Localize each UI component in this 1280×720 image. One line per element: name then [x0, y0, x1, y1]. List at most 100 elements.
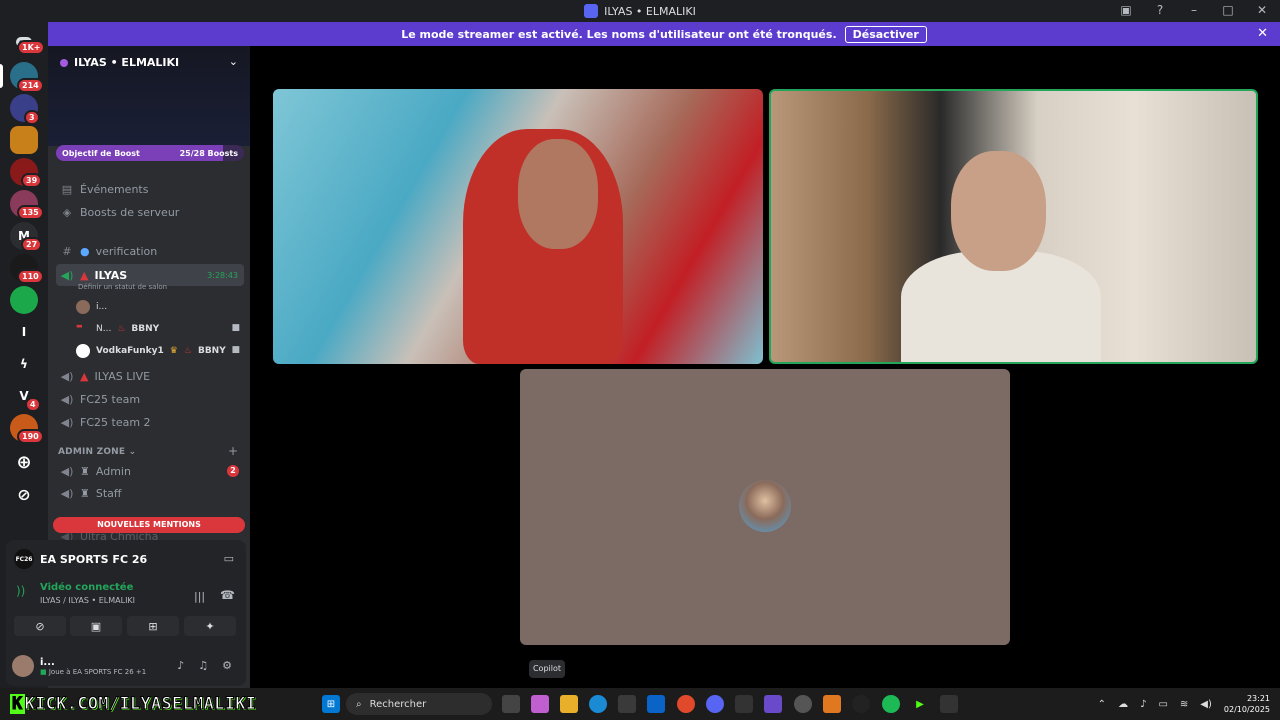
gamepad-icon: ■: [40, 667, 47, 676]
current-user[interactable]: i... ■ Joue à EA SPORTS FC 26 +1 ♪ ♫ ⚙: [12, 651, 240, 681]
server-icon[interactable]: I: [10, 318, 38, 346]
video-tile-speaking[interactable]: [769, 89, 1258, 364]
spotify-icon[interactable]: [882, 695, 900, 713]
soundboard-icon: ✦: [205, 619, 215, 633]
steam-icon[interactable]: [794, 695, 812, 713]
screen-share-icon[interactable]: ▭: [224, 552, 234, 565]
flame-icon: ♨: [183, 346, 192, 356]
category-admin-zone[interactable]: ADMIN ZONE ⌄: [58, 447, 136, 457]
channel-verification[interactable]: # ● verification: [56, 241, 244, 261]
microphone-icon[interactable]: ♪: [1140, 699, 1146, 710]
help-icon[interactable]: ?: [1152, 2, 1168, 18]
avatar: [76, 300, 90, 314]
unread-badge: 1K+: [17, 40, 46, 55]
signal-icon[interactable]: )): [16, 584, 25, 598]
mention-badge: 2: [227, 465, 239, 477]
camera-off-button[interactable]: ⊘: [14, 616, 66, 636]
unread-badge: 4: [25, 397, 41, 412]
voice-member[interactable]: i...: [76, 298, 107, 316]
headphones-icon[interactable]: ♫: [198, 659, 208, 672]
video-tile[interactable]: [273, 89, 763, 364]
speaker-icon: ◀): [60, 268, 74, 282]
speaker-icon: ◀): [60, 415, 74, 429]
task-view-icon[interactable]: [502, 695, 520, 713]
screen-share-button[interactable]: ▣: [70, 616, 122, 636]
voice-channel-fc25-team[interactable]: ◀) FC25 team: [56, 389, 244, 409]
user-activity: ■ Joue à EA SPORTS FC 26 +1: [40, 667, 147, 676]
server-header[interactable]: ILYAS • ELMALIKI ⌄: [48, 46, 250, 146]
inbox-icon[interactable]: ▣: [1118, 2, 1134, 18]
video-stage: [250, 46, 1280, 688]
avatar: [76, 344, 90, 358]
unread-badge: 110: [17, 269, 44, 284]
add-channel-icon[interactable]: +: [228, 444, 238, 458]
disconnect-icon[interactable]: ☎: [220, 588, 235, 602]
disable-streamer-mode-button[interactable]: Désactiver: [844, 25, 927, 43]
activities-button[interactable]: ⊞: [127, 616, 179, 636]
server-icon[interactable]: [10, 126, 38, 154]
edge-icon[interactable]: [589, 695, 607, 713]
copilot-icon[interactable]: [531, 695, 549, 713]
kick-app-icon[interactable]: ▶: [911, 695, 929, 713]
boost-goal[interactable]: Objectif de Boost 25/28 Boosts: [56, 145, 244, 161]
voice-connection: )) Vidéo connectée ILYAS / ILYAS • ELMAL…: [16, 582, 135, 605]
minimize-button[interactable]: –: [1186, 2, 1202, 18]
unread-badge: 27: [21, 237, 43, 252]
microphone-icon[interactable]: ♪: [177, 659, 184, 672]
volume-icon[interactable]: ◀): [1200, 699, 1212, 710]
chevron-up-icon[interactable]: ⌃: [1098, 699, 1106, 710]
discover-icon[interactable]: ⊘: [10, 480, 38, 508]
video-subject-head: [951, 151, 1046, 271]
camera-icon: ■: [231, 323, 240, 333]
channel-events[interactable]: ▤ Événements: [56, 179, 244, 199]
network-icon[interactable]: ≋: [1180, 699, 1188, 710]
add-server-icon[interactable]: ⊕: [10, 448, 38, 476]
windows-start-icon[interactable]: ⊞: [322, 695, 340, 713]
app-icon[interactable]: [940, 695, 958, 713]
voice-member[interactable]: ▬ N... ♨ BBNY: [76, 320, 159, 338]
copilot-tooltip: Copilot: [529, 660, 565, 678]
chrome-icon[interactable]: [677, 695, 695, 713]
banner-text: Le mode streamer est activé. Les noms d'…: [401, 27, 837, 41]
server-icon[interactable]: [10, 286, 38, 314]
voice-channel-path[interactable]: ILYAS / ILYAS • ELMALIKI: [40, 596, 135, 605]
new-mentions-bar[interactable]: NOUVELLES MENTIONS: [53, 517, 245, 533]
selected-indicator: [0, 64, 3, 88]
user-panel: FC26 EA SPORTS FC 26 ▭ )) Vidéo connecté…: [6, 540, 246, 686]
voice-status-prompt[interactable]: Définir un statut de salon: [78, 283, 167, 291]
game-activity[interactable]: FC26 EA SPORTS FC 26: [14, 549, 147, 569]
app-icon[interactable]: [823, 695, 841, 713]
discord-taskbar-icon[interactable]: [706, 695, 724, 713]
display-icon[interactable]: ▭: [1158, 699, 1167, 710]
server-icon[interactable]: ϟ: [10, 350, 38, 378]
close-window-button[interactable]: ✕: [1254, 2, 1270, 18]
file-explorer-icon[interactable]: [560, 695, 578, 713]
channel-server-boosts[interactable]: ◈ Boosts de serveur: [56, 202, 244, 222]
maximize-button[interactable]: □: [1220, 2, 1236, 18]
unread-badge: 135: [17, 205, 44, 220]
voice-member[interactable]: VodkaFunky1 ♛ ♨ BBNY: [76, 342, 226, 360]
store-icon[interactable]: [618, 695, 636, 713]
voice-channel-staff[interactable]: ◀) ♜ Staff: [56, 483, 244, 503]
noise-suppression-icon[interactable]: |||: [194, 590, 205, 603]
chevron-down-icon[interactable]: ⌄: [229, 55, 238, 68]
taskbar-search[interactable]: ⌕ Rechercher: [346, 693, 492, 715]
video-tile-no-camera[interactable]: [520, 369, 1010, 645]
cloud-icon[interactable]: ☁: [1118, 699, 1128, 710]
app-icon[interactable]: [735, 695, 753, 713]
app-icon[interactable]: [764, 695, 782, 713]
soundboard-button[interactable]: ✦: [184, 616, 236, 636]
close-icon[interactable]: ✕: [1257, 26, 1268, 41]
crown-icon: ♛: [169, 346, 178, 356]
voice-channel-fc25-team-2[interactable]: ◀) FC25 team 2: [56, 412, 244, 432]
outlook-icon[interactable]: [647, 695, 665, 713]
app-icon[interactable]: [852, 695, 870, 713]
boost-count: 25/28 Boosts: [179, 148, 238, 158]
window-title: ILYAS • ELMALIKI: [604, 4, 696, 18]
voice-channel-ilyas-live[interactable]: ◀) ▲ ILYAS LIVE: [56, 366, 244, 386]
voice-channel-admin[interactable]: ◀) ♜ Admin: [56, 461, 244, 481]
clock[interactable]: 23:21 02/10/2025: [1224, 693, 1270, 715]
siren-icon: ▲: [80, 369, 89, 383]
speaker-icon: ◀): [60, 392, 74, 406]
gear-icon[interactable]: ⚙: [222, 659, 232, 672]
